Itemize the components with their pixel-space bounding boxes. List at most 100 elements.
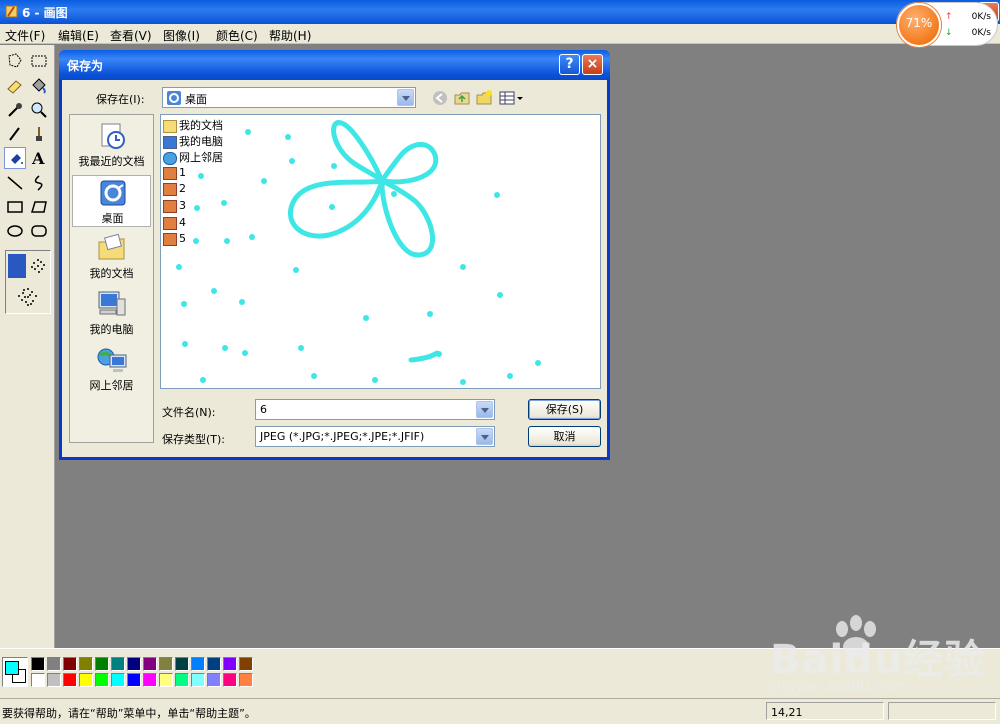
- desktop-icon: [167, 91, 181, 105]
- palette-swatch[interactable]: [143, 657, 157, 671]
- place-network-label: 网上邻居: [89, 379, 134, 392]
- free-select-tool-icon[interactable]: [4, 50, 26, 72]
- palette-swatch[interactable]: [239, 673, 253, 687]
- palette-swatch[interactable]: [239, 657, 253, 671]
- color-picker-tool-icon[interactable]: [4, 99, 26, 121]
- palette-swatch[interactable]: [191, 673, 205, 687]
- filename-input[interactable]: 6: [255, 399, 495, 420]
- back-icon[interactable]: [431, 89, 449, 107]
- palette-swatch[interactable]: [191, 657, 205, 671]
- airbrush-medium-option[interactable]: [28, 255, 48, 277]
- view-menu-icon[interactable]: [498, 89, 524, 107]
- filetype-dropdown-arrow[interactable]: [476, 428, 493, 445]
- magnifier-tool-icon[interactable]: [28, 99, 50, 121]
- paint-app-icon: [5, 5, 18, 18]
- file-item-2[interactable]: 2: [163, 182, 186, 198]
- download-arrow-icon: ↓: [945, 28, 953, 38]
- palette-swatch[interactable]: [79, 657, 93, 671]
- rectangle-tool-icon[interactable]: [4, 196, 26, 218]
- palette-swatch[interactable]: [175, 657, 189, 671]
- network-speed-widget[interactable]: 71% ↑ 0K/s ↓ 0K/s: [896, 2, 998, 47]
- file-item-my-documents[interactable]: 我的文档: [163, 117, 223, 133]
- save-in-combo[interactable]: 桌面: [162, 87, 416, 108]
- palette-swatch[interactable]: [175, 673, 189, 687]
- file-name: 5: [179, 232, 186, 245]
- filename-dropdown-arrow[interactable]: [476, 401, 493, 418]
- airbrush-large-option[interactable]: [14, 283, 42, 311]
- upload-arrow-icon: ↑: [945, 12, 953, 22]
- menu-image[interactable]: 图像(I): [163, 27, 200, 44]
- palette-swatch[interactable]: [127, 673, 141, 687]
- palette-swatch[interactable]: [207, 657, 221, 671]
- curve-tool-icon[interactable]: [28, 172, 50, 194]
- file-item-my-computer[interactable]: 我的电脑: [163, 133, 223, 149]
- file-item-4[interactable]: 4: [163, 216, 186, 232]
- place-recent[interactable]: 我最近的文档: [72, 119, 151, 171]
- palette-swatch[interactable]: [127, 657, 141, 671]
- eraser-tool-icon[interactable]: [4, 75, 26, 97]
- palette-swatch[interactable]: [223, 657, 237, 671]
- save-in-dropdown-arrow[interactable]: [397, 89, 414, 106]
- palette-swatch[interactable]: [111, 673, 125, 687]
- toolbox: A: [0, 45, 55, 648]
- text-tool-icon[interactable]: A: [28, 147, 50, 169]
- airbrush-tool-icon[interactable]: [4, 147, 26, 169]
- palette-swatch[interactable]: [159, 673, 173, 687]
- recent-documents-icon: [101, 123, 125, 149]
- cancel-button[interactable]: 取消: [528, 426, 601, 447]
- place-desktop[interactable]: 桌面: [72, 175, 151, 227]
- dialog-help-button[interactable]: ?: [559, 54, 580, 75]
- rounded-rect-tool-icon[interactable]: [28, 220, 50, 242]
- new-folder-icon[interactable]: [475, 89, 493, 107]
- palette-swatch[interactable]: [63, 673, 77, 687]
- file-item-1[interactable]: 1: [163, 166, 186, 182]
- file-name: 4: [179, 216, 186, 229]
- image-file-icon: [163, 182, 177, 196]
- file-item-network[interactable]: 网上邻居: [163, 149, 223, 165]
- fill-tool-icon[interactable]: [28, 75, 50, 97]
- place-network[interactable]: 网上邻居: [72, 343, 151, 395]
- current-colors[interactable]: [2, 657, 28, 687]
- brush-tool-icon[interactable]: [28, 123, 50, 145]
- memory-percent: 71%: [905, 16, 933, 30]
- place-my-documents-label: 我的文档: [89, 267, 134, 280]
- menu-edit[interactable]: 编辑(E): [58, 27, 99, 44]
- palette-swatch[interactable]: [95, 657, 109, 671]
- palette-swatch[interactable]: [79, 673, 93, 687]
- palette-swatch[interactable]: [47, 657, 61, 671]
- menu-help[interactable]: 帮助(H): [269, 27, 311, 44]
- dialog-close-button[interactable]: ×: [582, 54, 603, 75]
- menu-colors[interactable]: 颜色(C): [216, 27, 258, 44]
- palette-swatch[interactable]: [31, 657, 45, 671]
- window-title: 6 - 画图: [22, 6, 68, 20]
- place-my-computer[interactable]: 我的电脑: [72, 287, 151, 339]
- file-list[interactable]: 我的文档 我的电脑 网上邻居 1 2 3 4 5: [160, 114, 601, 389]
- palette-swatch[interactable]: [159, 657, 173, 671]
- airbrush-small-option[interactable]: [8, 254, 26, 278]
- polygon-tool-icon[interactable]: [28, 196, 50, 218]
- palette-swatch[interactable]: [31, 673, 45, 687]
- rect-select-tool-icon[interactable]: [28, 50, 50, 72]
- place-my-documents[interactable]: 我的文档: [72, 231, 151, 283]
- file-item-3[interactable]: 3: [163, 199, 186, 215]
- file-item-5[interactable]: 5: [163, 232, 186, 248]
- line-tool-icon[interactable]: [4, 172, 26, 194]
- palette-swatch[interactable]: [63, 657, 77, 671]
- palette-swatch[interactable]: [143, 673, 157, 687]
- save-button[interactable]: 保存(S): [528, 399, 601, 420]
- foreground-color[interactable]: [5, 661, 19, 675]
- palette-swatch[interactable]: [223, 673, 237, 687]
- menu-file[interactable]: 文件(F): [5, 27, 45, 44]
- pencil-tool-icon[interactable]: [4, 123, 26, 145]
- drawing-preview: [176, 120, 541, 385]
- filetype-select[interactable]: JPEG (*.JPG;*.JPEG;*.JPE;*.JFIF): [255, 426, 495, 447]
- up-folder-icon[interactable]: [453, 89, 471, 107]
- palette-swatch[interactable]: [207, 673, 221, 687]
- ellipse-tool-icon[interactable]: [4, 220, 26, 242]
- palette-swatch[interactable]: [47, 673, 61, 687]
- desktop-place-icon: [100, 180, 126, 206]
- menu-view[interactable]: 查看(V): [110, 27, 152, 44]
- palette-swatch[interactable]: [111, 657, 125, 671]
- palette-swatch[interactable]: [95, 673, 109, 687]
- title-bar: 6 - 画图: [0, 0, 1000, 24]
